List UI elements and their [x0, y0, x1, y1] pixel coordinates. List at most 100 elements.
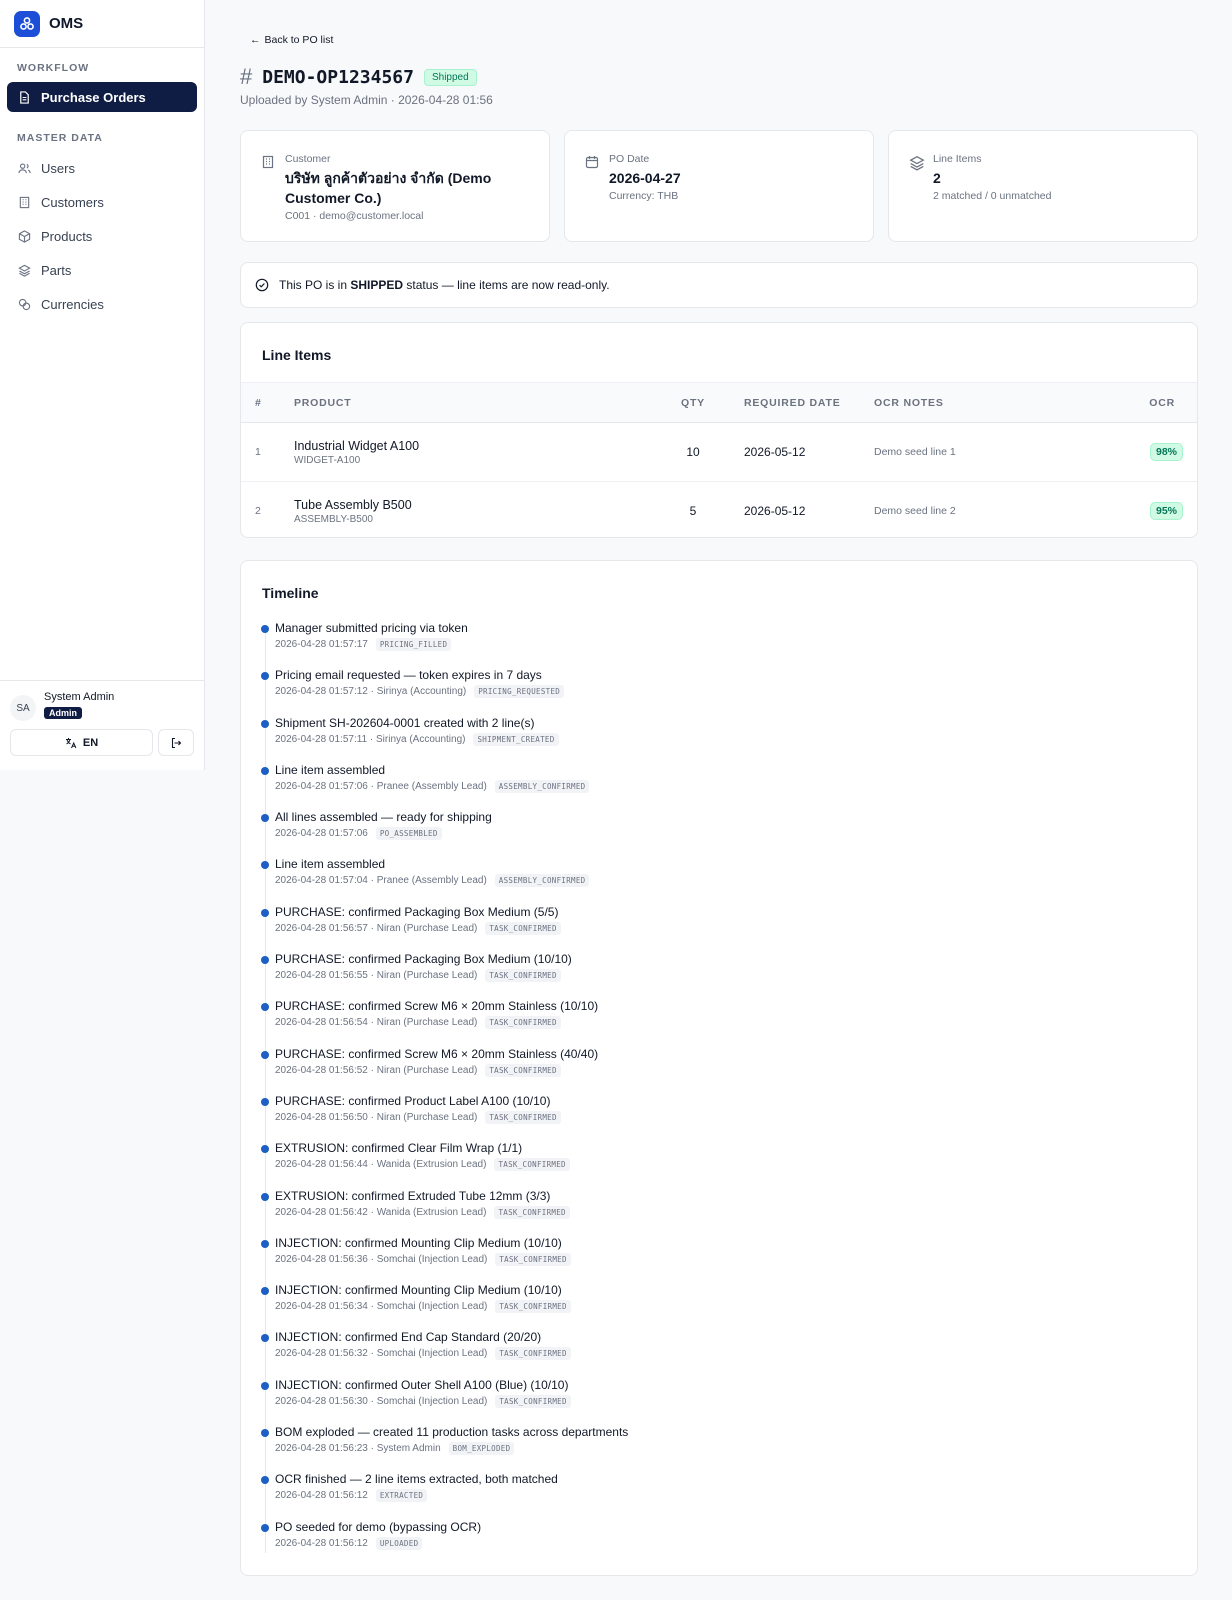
line-items-card: Line Items 2 2 matched / 0 unmatched — [888, 130, 1198, 242]
event-text: INJECTION: confirmed End Cap Standard (2… — [275, 1330, 542, 1345]
sidebar-item-currencies[interactable]: Currencies — [7, 289, 197, 319]
event-text: EXTRUSION: confirmed Clear Film Wrap (1/… — [275, 1141, 523, 1156]
timeline-dot-icon — [261, 766, 269, 775]
back-link[interactable]: ← Back to PO list — [250, 34, 333, 46]
customer-detail: C001 · demo@customer.local — [285, 210, 424, 222]
event-text: OCR finished — 2 line items extracted, b… — [275, 1472, 558, 1487]
upload-info: Uploaded by System Admin · 2026-04-28 01… — [240, 93, 493, 107]
table-header-row: # PRODUCT QTY REQUIRED DATE OCR NOTES OC… — [241, 382, 1197, 423]
event-timestamp: 2026-04-28 01:57:11 · Sirinya (Accountin… — [275, 733, 466, 745]
avatar: SA — [10, 695, 36, 721]
event-text: BOM exploded — created 11 production tas… — [275, 1425, 629, 1440]
summary-cards: Customer บริษัท ลูกค้าตัวอย่าง จำกัด (De… — [240, 130, 1198, 242]
layers-icon — [17, 263, 31, 277]
event-timestamp: 2026-04-28 01:56:50 · Niran (Purchase Le… — [275, 1111, 478, 1123]
table-row[interactable]: 1 Industrial Widget A100 WIDGET-A100 10 … — [241, 423, 1197, 482]
event-code-badge: TASK_CONFIRMED — [495, 1347, 571, 1361]
event-code-badge: TASK_CONFIRMED — [485, 1110, 561, 1124]
event-text: PURCHASE: confirmed Packaging Box Medium… — [275, 952, 572, 967]
event-meta: 2026-04-28 01:56:32 · Somchai (Injection… — [275, 1347, 1177, 1361]
match-summary: 2 matched / 0 unmatched — [933, 190, 1052, 202]
arrow-left-icon: ← — [250, 34, 261, 46]
timeline-dot-icon — [261, 1145, 269, 1154]
timeline-item: PURCHASE: confirmed Screw M6 × 20mm Stai… — [261, 1047, 1177, 1094]
sidebar-item-customers[interactable]: Customers — [7, 187, 197, 217]
product-cell: Industrial Widget A100 WIDGET-A100 — [294, 423, 660, 482]
sidebar-item-purchase-orders[interactable]: Purchase Orders — [7, 82, 197, 112]
event-meta: 2026-04-28 01:56:55 · Niran (Purchase Le… — [275, 969, 1177, 983]
event-meta: 2026-04-28 01:56:12 UPLOADED — [275, 1536, 1177, 1550]
event-code-badge: TASK_CONFIRMED — [485, 1063, 561, 1077]
sidebar-item-products[interactable]: Products — [7, 221, 197, 251]
timeline-item: PO seeded for demo (bypassing OCR) 2026-0… — [261, 1520, 1177, 1567]
event-text: INJECTION: confirmed Outer Shell A100 (B… — [275, 1377, 569, 1392]
timeline-dot-icon — [261, 1429, 269, 1438]
card-label: PO Date — [609, 153, 650, 165]
event-text: PURCHASE: confirmed Screw M6 × 20mm Stai… — [275, 1046, 599, 1061]
event-meta: 2026-04-28 01:57:06 PO_ASSEMBLED — [275, 827, 1177, 841]
event-meta: 2026-04-28 01:56:52 · Niran (Purchase Le… — [275, 1063, 1177, 1077]
check-circle-icon — [255, 278, 269, 292]
app-name: OMS — [49, 15, 84, 32]
logout-icon — [170, 737, 182, 749]
event-code-badge: PRICING_REQUESTED — [474, 685, 565, 699]
event-meta: 2026-04-28 01:57:17 PRICING_FILLED — [275, 638, 1177, 651]
timeline-dot-icon — [261, 1334, 269, 1343]
event-meta: 2026-04-28 01:56:44 · Wanida (Extrusion … — [275, 1158, 1177, 1172]
event-meta: 2026-04-28 01:57:04 · Pranee (Assembly L… — [275, 874, 1177, 888]
event-timestamp: 2026-04-28 01:56:30 · Somchai (Injection… — [275, 1395, 488, 1407]
event-text: PURCHASE: confirmed Screw M6 × 20mm Stai… — [275, 999, 599, 1014]
translate-icon — [65, 737, 77, 749]
po-date-value: 2026-04-27 — [609, 170, 681, 186]
timeline-list: Manager submitted pricing via token 2026-… — [241, 601, 1197, 1567]
line-items-panel: Line Items # PRODUCT QTY REQUIRED DATE O… — [240, 322, 1198, 538]
date-cell: 2026-05-12 — [744, 504, 806, 519]
event-meta: 2026-04-28 01:57:06 · Pranee (Assembly L… — [275, 779, 1177, 793]
event-timestamp: 2026-04-28 01:56:54 · Niran (Purchase Le… — [275, 1017, 478, 1029]
timeline-item: INJECTION: confirmed Outer Shell A100 (B… — [261, 1378, 1177, 1425]
sidebar-item-label: Purchase Orders — [41, 89, 146, 105]
file-icon — [17, 90, 31, 104]
sidebar-item-label: Customers — [41, 194, 104, 210]
event-timestamp: 2026-04-28 01:57:06 · Pranee (Assembly L… — [275, 780, 487, 792]
calendar-icon — [585, 155, 599, 169]
event-timestamp: 2026-04-28 01:56:12 — [275, 1490, 368, 1502]
row-num: 2 — [255, 505, 261, 518]
timeline-item: Manager submitted pricing via token 2026-… — [261, 621, 1177, 668]
timeline-item: Pricing email requested — token expires … — [261, 668, 1177, 715]
event-timestamp: 2026-04-28 01:57:17 — [275, 639, 368, 650]
timeline-dot-icon — [261, 814, 269, 823]
event-text: EXTRUSION: confirmed Extruded Tube 12mm … — [275, 1188, 551, 1203]
logo-icon — [14, 10, 40, 37]
logout-button[interactable] — [158, 729, 194, 756]
card-label: Customer — [285, 153, 331, 165]
currency-value: Currency: THB — [609, 190, 679, 202]
event-timestamp: 2026-04-28 01:56:23 · System Admin — [275, 1443, 441, 1455]
event-meta: 2026-04-28 01:56:57 · Niran (Purchase Le… — [275, 921, 1177, 935]
event-text: PO seeded for demo (bypassing OCR) — [275, 1519, 482, 1534]
timeline-item: Shipment SH-202604-0001 created with 2 l… — [261, 716, 1177, 763]
event-meta: 2026-04-28 01:57:11 · Sirinya (Accountin… — [275, 732, 1177, 746]
event-text: Shipment SH-202604-0001 created with 2 l… — [275, 715, 535, 730]
row-num: 1 — [255, 446, 261, 458]
language-button[interactable]: EN — [10, 729, 153, 756]
timeline-item: EXTRUSION: confirmed Clear Film Wrap (1/… — [261, 1141, 1177, 1188]
table-row[interactable]: 2 Tube Assembly B500 ASSEMBLY-B500 5 202… — [241, 482, 1197, 541]
sidebar-item-parts[interactable]: Parts — [7, 255, 197, 285]
event-text: INJECTION: confirmed Mounting Clip Mediu… — [275, 1235, 562, 1250]
timeline-dot-icon — [261, 1381, 269, 1390]
sidebar-item-users[interactable]: Users — [7, 153, 197, 183]
card-label: Line Items — [933, 153, 982, 165]
timeline-dot-icon — [261, 1476, 269, 1485]
event-code-badge: ASSEMBLY_CONFIRMED — [494, 874, 590, 888]
event-code-badge: PRICING_FILLED — [375, 638, 452, 651]
brand[interactable]: OMS — [0, 0, 204, 48]
timeline-dot-icon — [261, 1239, 269, 1248]
event-timestamp: 2026-04-28 01:56:52 · Niran (Purchase Le… — [275, 1064, 478, 1076]
timeline-panel: Timeline Manager submitted pricing via t… — [240, 560, 1198, 1576]
event-code-badge: TASK_CONFIRMED — [495, 1394, 571, 1408]
section-title: Timeline — [262, 585, 319, 601]
event-code-badge: SHIPMENT_CREATED — [473, 732, 559, 746]
user-profile[interactable]: SA System Admin Admin — [10, 691, 194, 721]
po-date-card: PO Date 2026-04-27 Currency: THB — [564, 130, 874, 242]
